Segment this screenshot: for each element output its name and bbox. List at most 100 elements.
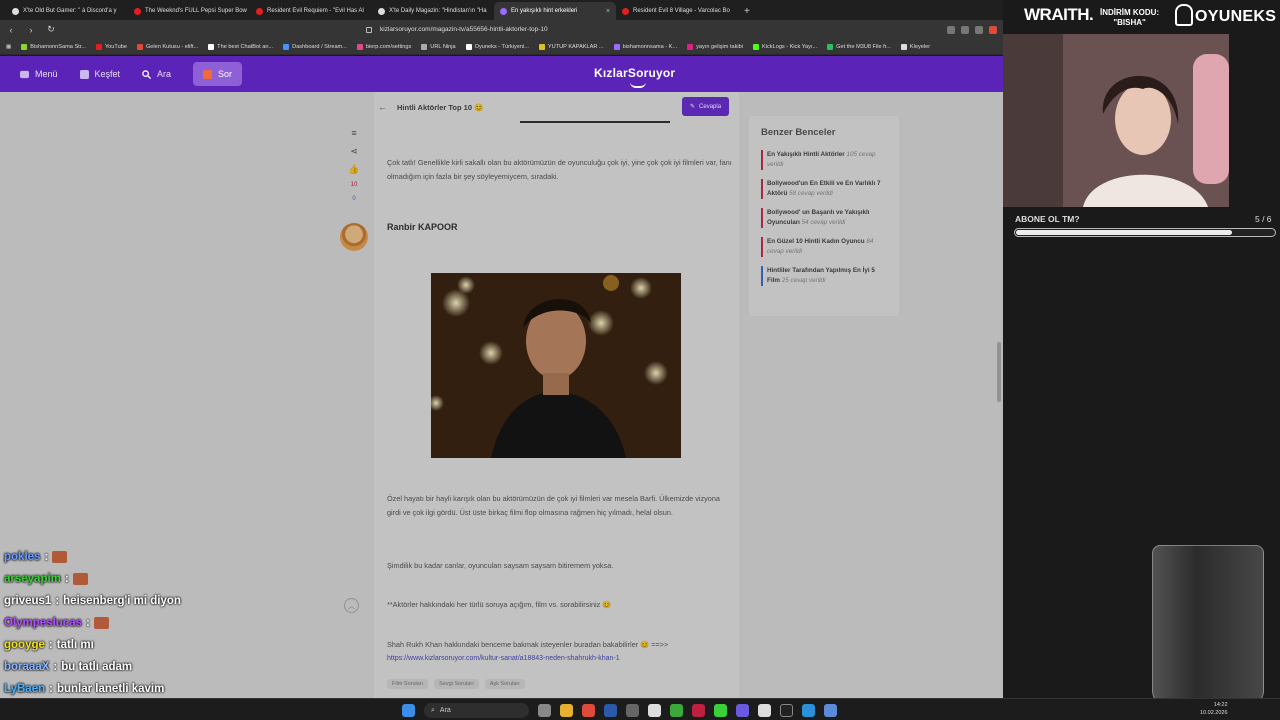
new-tab-icon[interactable]: +: [738, 6, 756, 20]
similar-item[interactable]: En Yakışıklı Hintli Aktörler 105 cevap v…: [761, 150, 887, 170]
avatar[interactable]: [340, 223, 368, 251]
steam-icon[interactable]: [604, 704, 617, 717]
media-icon[interactable]: [692, 704, 705, 717]
forward-icon[interactable]: ›: [26, 25, 36, 35]
extension-icon[interactable]: [989, 25, 997, 34]
bookmark-favicon: [95, 43, 102, 50]
browser-tab[interactable]: X'te Old But Gamer: " à Discord'a y: [6, 2, 128, 20]
bookmark-item[interactable]: Kleyeler: [900, 43, 930, 50]
chat-username[interactable]: griveus1: [4, 595, 51, 607]
bookmark-item[interactable]: Dashboard / Stream...: [283, 43, 347, 50]
share-icon[interactable]: [975, 25, 983, 34]
site-info-icon[interactable]: [366, 26, 372, 33]
back-arrow-icon[interactable]: ←: [378, 102, 387, 112]
bookmark-favicon: [208, 43, 215, 50]
scrollbar[interactable]: [997, 342, 1001, 402]
bookmark-favicon: [421, 43, 428, 50]
obs-icon[interactable]: [648, 704, 661, 717]
chat-username[interactable]: pokles: [4, 551, 40, 563]
bookmark-item[interactable]: The best ChatBot an...: [208, 43, 273, 50]
spotify-icon[interactable]: [714, 704, 727, 717]
similar-item[interactable]: En Güzel 10 Hintli Kadın Oyuncu 84 cevap…: [761, 237, 887, 257]
chat-text: bu tatlı adam: [61, 661, 133, 673]
list-icon[interactable]: ≡: [351, 128, 356, 138]
bookmark-item[interactable]: YUTUP KAPAKLAR ...: [538, 43, 604, 50]
bookmark-item[interactable]: KickLogs - Kick Yayı...: [753, 43, 817, 50]
browser-tab[interactable]: En yakışıklı hint erkekleri ×: [494, 2, 616, 20]
emote-icon: [52, 551, 68, 563]
bookmark-item[interactable]: Gelen Kutusu - elift...: [136, 43, 198, 50]
app-icon[interactable]: [626, 704, 639, 717]
browser-tab[interactable]: Resident Evil 8 Village - Varcolac Bo: [616, 2, 738, 20]
similar-item[interactable]: Hintliler Tarafından Yapılmış En İyi 5 F…: [761, 266, 887, 286]
tag-chip[interactable]: Sevgi Soruları: [434, 679, 479, 689]
chat-username[interactable]: gooyge: [4, 639, 45, 651]
bookmark-item[interactable]: yayın gelişim takibi: [687, 43, 743, 50]
file-explorer-icon[interactable]: [560, 704, 573, 717]
bookmark-favicon: [356, 43, 363, 50]
similar-item[interactable]: Bollywood'un En Etkili ve En Varlıklı 7 …: [761, 179, 887, 199]
chat-username[interactable]: arseyapim: [4, 573, 61, 585]
bookmark-icon[interactable]: [961, 25, 969, 34]
notepad-icon[interactable]: [758, 704, 771, 717]
stream-chat: pokles: arseyapim: griveus1: heisenberg'i m…: [4, 546, 334, 720]
paragraph-3: Şimdilik bu kadar canlar, oyuncuları say…: [387, 561, 614, 570]
close-tab-icon[interactable]: ×: [606, 8, 610, 15]
bookmark-item[interactable]: Oyuneks - Türkiyeni...: [465, 43, 529, 50]
chat-separator: :: [53, 661, 58, 673]
bookmark-item[interactable]: BishamonnSama Str...: [21, 43, 86, 50]
site-logo[interactable]: KızlarSoruyor: [594, 66, 675, 80]
bookmark-item[interactable]: YouTube: [95, 43, 127, 50]
browser-tab[interactable]: The Weeknd's FULL Pepsi Super Bow: [128, 2, 250, 20]
tag-chip[interactable]: Film Soruları: [387, 679, 429, 689]
answer-button[interactable]: ✎ Cevapla: [682, 97, 730, 116]
bookmark-item[interactable]: bierp.com/settings: [356, 43, 411, 50]
tag-chip[interactable]: Aşk Soruları: [484, 679, 525, 689]
chat-username[interactable]: boraaaX: [4, 661, 49, 673]
edge-icon[interactable]: [802, 704, 815, 717]
xbox-icon[interactable]: [670, 704, 683, 717]
chat-username[interactable]: LyBaen: [4, 683, 45, 695]
cast-icon[interactable]: [947, 25, 955, 34]
url-field[interactable]: kizlarsoruyor.com/magazin-tv/a55656-hint…: [366, 23, 856, 37]
tab-favicon: [378, 7, 385, 15]
sponsor-oyuneks: OYUNEKS: [1195, 8, 1277, 25]
ask-button[interactable]: Sor: [193, 62, 243, 86]
extension-icons: [947, 25, 997, 34]
browser-icon[interactable]: [582, 704, 595, 717]
bookmark-item[interactable]: bishamonnsama - K...: [613, 43, 677, 50]
explore-button[interactable]: Keşfet: [79, 62, 120, 86]
chat-separator: :: [44, 551, 49, 563]
share-icon[interactable]: ⋖: [350, 146, 358, 156]
search-label: Ara: [157, 69, 172, 79]
chat-message: arseyapim:: [4, 568, 334, 590]
tag-list: Film Soruları Sevgi Soruları Aşk Soruları: [387, 679, 525, 689]
like-icon[interactable]: 👍: [348, 164, 359, 174]
search-button[interactable]: Ara: [142, 62, 171, 86]
browser-tab[interactable]: X'te Daily Magazin: "Hindistan'ın "Ha: [372, 2, 494, 20]
menu-button[interactable]: Menü: [20, 62, 58, 86]
apps-icon[interactable]: ▦: [6, 44, 11, 50]
bookmark-favicon: [538, 43, 545, 50]
windows-start-icon[interactable]: [402, 704, 415, 717]
scroll-top-icon[interactable]: ︿: [344, 598, 359, 613]
bookmark-item[interactable]: URL Ninja: [421, 43, 456, 50]
back-icon[interactable]: ‹: [6, 25, 16, 35]
task-view-icon[interactable]: [538, 704, 551, 717]
sponsor-wraith: WRAITH.: [1024, 5, 1094, 24]
browser-tab[interactable]: Resident Evil Requiem - "Evil Has Al: [250, 2, 372, 20]
discord-icon[interactable]: [736, 704, 749, 717]
reload-icon[interactable]: ↻: [46, 24, 56, 35]
bookmark-label: URL Ninja: [430, 43, 456, 50]
x-app-icon[interactable]: [780, 704, 793, 717]
explore-icon: [79, 69, 89, 79]
bookmark-item[interactable]: Get the M3U8 File fr...: [827, 43, 891, 50]
system-tray[interactable]: 14:22 10.02.2026: [1200, 701, 1228, 717]
webcam-art: [1003, 34, 1229, 207]
article-link[interactable]: https://www.kizlarsoruyor.com/kultur-san…: [387, 655, 620, 662]
settings-icon[interactable]: [824, 704, 837, 717]
actor-photo-art: [431, 273, 681, 458]
chat-username[interactable]: Olympeslucas: [4, 617, 82, 629]
similar-item[interactable]: Bollywood' un Başarılı ve Yakışıklı Oyun…: [761, 208, 887, 228]
taskbar-search[interactable]: ⌕ Ara: [424, 703, 529, 718]
